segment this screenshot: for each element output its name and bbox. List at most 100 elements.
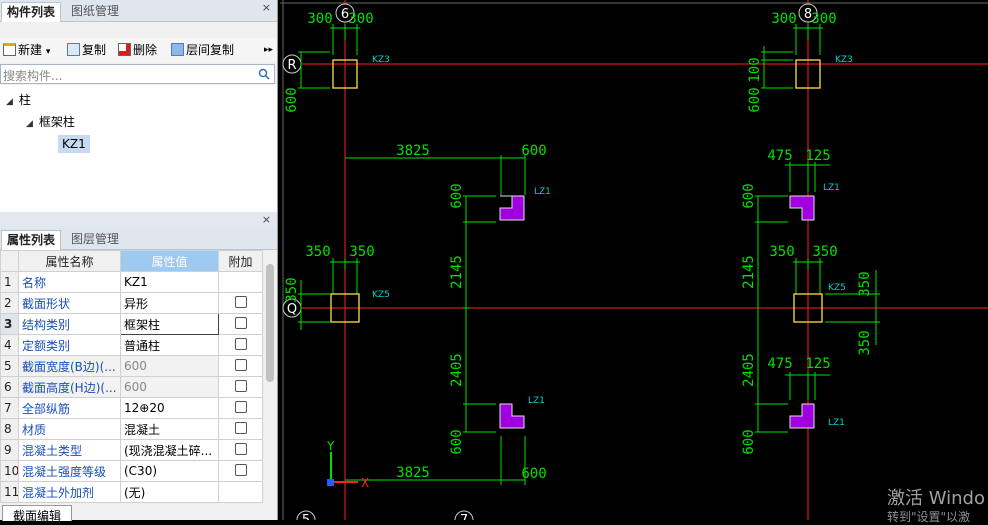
search-placeholder: 搜索构件...: [3, 69, 63, 83]
activation-watermark: 激活 Windo: [887, 488, 985, 509]
left-panel: 构件列表 图纸管理 × 新建 ▾ 复制 删除 层间复制 ▸▸ 搜索构件... ◢…: [0, 0, 278, 523]
table-row[interactable]: 11 混凝土外加剂 (无): [0, 481, 263, 503]
tree-item-frame-column[interactable]: ◢ 框架柱: [26, 113, 75, 130]
table-row[interactable]: 7 全部纵筋 12⊕20: [0, 397, 263, 419]
extra-checkbox[interactable]: [234, 463, 247, 476]
extra-checkbox[interactable]: [234, 295, 247, 308]
table-row[interactable]: 10 混凝土强度等级 (C30): [0, 460, 263, 482]
dim-text-vertical: 350: [284, 277, 300, 302]
axis-label-r: R: [287, 58, 296, 73]
label-kz3-left: KZ3: [372, 55, 390, 65]
table-row[interactable]: 6 截面高度(H边)(... 600: [0, 376, 263, 398]
dim-text: 475: [767, 148, 792, 164]
tab-property-list[interactable]: 属性列表: [1, 230, 62, 250]
extra-checkbox[interactable]: [234, 358, 247, 371]
extra-cell: [218, 313, 263, 335]
component-search-input[interactable]: 搜索构件...: [0, 64, 275, 84]
dim-text: 600: [521, 466, 546, 482]
property-value[interactable]: 混凝土: [120, 418, 219, 440]
property-value[interactable]: 普通柱: [120, 334, 219, 356]
row-number: 5: [0, 355, 19, 377]
new-dropdown-icon[interactable]: ▾: [46, 47, 51, 57]
tree-item-column[interactable]: ◢ 柱: [6, 91, 31, 108]
property-value[interactable]: (现浇混凝土碎...: [120, 439, 219, 461]
table-row[interactable]: 5 截面宽度(B边)(... 600: [0, 355, 263, 377]
floor-copy-label: 层间复制: [186, 43, 235, 57]
property-value[interactable]: 12⊕20: [120, 397, 219, 419]
label-lz1-c: LZ1: [528, 396, 545, 406]
extra-checkbox[interactable]: [234, 442, 247, 455]
close-icon[interactable]: ×: [262, 1, 271, 14]
extra-checkbox[interactable]: [234, 337, 247, 350]
table-header: 属性名称 属性值 附加: [0, 250, 263, 272]
new-button[interactable]: 新建 ▾: [3, 41, 50, 59]
cad-drawing-canvas[interactable]: 6 8 R Q 5 7: [280, 0, 988, 520]
dim-text-vertical: 2145: [741, 255, 757, 289]
tree-item-kz1[interactable]: KZ1: [58, 135, 90, 153]
dim-text: 3825: [396, 143, 430, 159]
extra-checkbox[interactable]: [234, 421, 247, 434]
dim-text-vertical: 600: [741, 429, 757, 454]
copy-button[interactable]: 复制: [67, 41, 106, 59]
dim-text: 125: [805, 148, 830, 164]
floor-copy-icon: [171, 43, 184, 56]
property-value[interactable]: (C30): [120, 460, 219, 482]
header-row-number: [0, 250, 19, 272]
extra-cell: [218, 271, 263, 293]
table-row[interactable]: 8 材质 混凝土: [0, 418, 263, 440]
tab-drawing-management[interactable]: 图纸管理: [66, 2, 124, 22]
property-value[interactable]: 600: [120, 376, 219, 398]
header-property-value: 属性值: [120, 250, 219, 272]
dim-text: 300: [771, 11, 796, 27]
scrollbar-thumb[interactable]: [266, 264, 274, 382]
row-number: 4: [0, 334, 19, 356]
dim-text-vertical: 600: [449, 429, 465, 454]
tab-component-list[interactable]: 构件列表: [1, 2, 62, 22]
axis-label-7: 7: [460, 513, 468, 520]
property-name: 定额类别: [18, 334, 121, 356]
delete-button[interactable]: 删除: [118, 41, 157, 59]
property-value[interactable]: KZ1: [120, 271, 219, 293]
property-value[interactable]: 600: [120, 355, 219, 377]
extra-cell: [218, 460, 263, 482]
property-scrollbar[interactable]: [263, 250, 277, 503]
new-label: 新建: [18, 43, 43, 57]
property-value[interactable]: 异形: [120, 292, 219, 314]
dim-text: 3825: [396, 465, 430, 481]
row-number: 2: [0, 292, 19, 314]
component-toolbar: 新建 ▾ 复制 删除 层间复制 ▸▸: [0, 38, 277, 62]
table-row[interactable]: 2 截面形状 异形: [0, 292, 263, 314]
table-row[interactable]: 1 名称 KZ1: [0, 271, 263, 293]
row-number: 8: [0, 418, 19, 440]
close-icon[interactable]: ×: [262, 213, 271, 226]
expand-icon[interactable]: ◢: [26, 119, 33, 129]
table-row[interactable]: 9 混凝土类型 (现浇混凝土碎...: [0, 439, 263, 461]
property-name: 截面宽度(B边)(...: [18, 355, 121, 377]
table-row[interactable]: 3 结构类别 框架柱: [0, 313, 263, 335]
row-number: 9: [0, 439, 19, 461]
component-tabbar: 构件列表 图纸管理 ×: [0, 0, 277, 22]
dim-text-vertical: 2405: [741, 353, 757, 387]
activation-watermark-sub: 转到"设置"以激: [887, 510, 971, 524]
dim-text: 300: [348, 11, 373, 27]
row-number: 10: [0, 460, 19, 482]
copy-icon: [67, 43, 80, 56]
extra-checkbox[interactable]: [234, 379, 247, 392]
extra-cell: [218, 418, 263, 440]
property-value[interactable]: 框架柱: [120, 313, 219, 335]
floor-copy-button[interactable]: 层间复制: [171, 41, 234, 59]
label-lz1-a: LZ1: [534, 187, 551, 197]
section-edit-tab[interactable]: 截面编辑: [2, 505, 73, 523]
property-value[interactable]: (无): [120, 481, 219, 503]
extra-checkbox[interactable]: [234, 316, 247, 329]
more-icon[interactable]: ▸▸: [264, 41, 273, 59]
expand-icon[interactable]: ◢: [6, 97, 13, 107]
ucs-y-label: Y: [326, 439, 335, 453]
table-row[interactable]: 4 定额类别 普通柱: [0, 334, 263, 356]
dim-text: 600: [521, 143, 546, 159]
extra-cell: [218, 481, 263, 503]
tab-layer-management[interactable]: 图层管理: [66, 230, 124, 250]
search-icon[interactable]: [258, 68, 270, 80]
property-name: 混凝土外加剂: [18, 481, 121, 503]
extra-checkbox[interactable]: [234, 400, 247, 413]
